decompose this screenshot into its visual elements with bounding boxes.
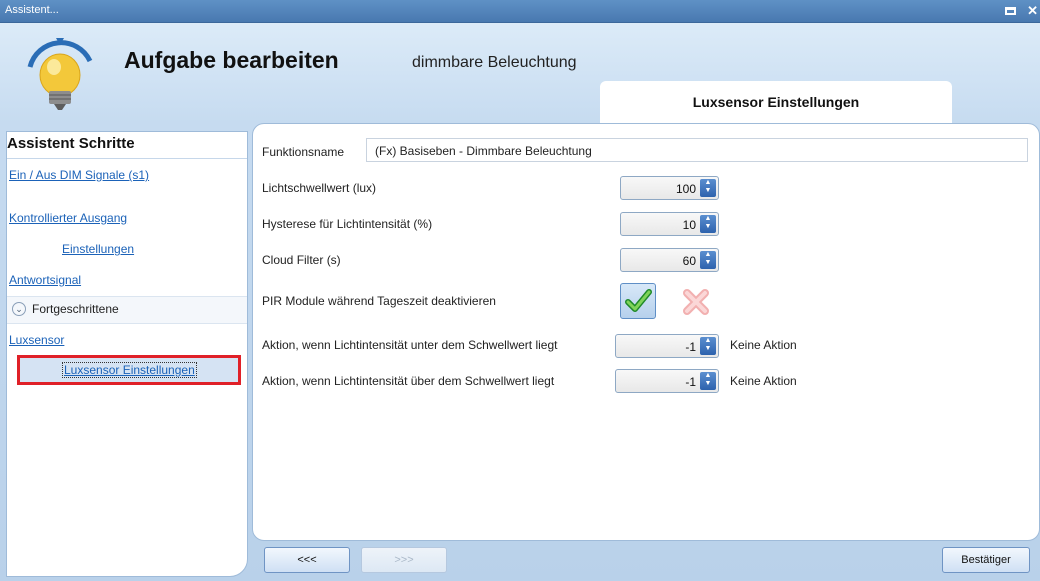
cloud-filter-value: 60 xyxy=(682,254,696,268)
pir-disable-label: PIR Module während Tageszeit deaktiviere… xyxy=(262,294,496,308)
lightbulb-icon xyxy=(27,38,93,110)
cloud-filter-stepper[interactable]: 60 ▲ ▼ xyxy=(620,248,719,272)
sidebar-item-settings[interactable]: Einstellungen xyxy=(62,242,134,256)
lux-threshold-stepper[interactable]: 100 ▲ ▼ xyxy=(620,176,719,200)
action-below-label: Aktion, wenn Lichtintensität unter dem S… xyxy=(262,338,558,352)
spinner-arrows-icon[interactable]: ▲ ▼ xyxy=(700,251,716,269)
sidebar-item-controlled-output[interactable]: Kontrollierter Ausgang xyxy=(9,211,127,225)
tab-luxsensor-settings[interactable]: Luxsensor Einstellungen xyxy=(600,81,952,123)
wizard-header: Aufgabe bearbeiten dimmbare Beleuchtung … xyxy=(0,23,1040,123)
wizard-body: Assistent Schritte Ein / Aus DIM Signale… xyxy=(0,123,1040,581)
no-button[interactable] xyxy=(678,285,714,319)
back-button[interactable]: <<< xyxy=(264,547,350,573)
window-title: Assistent... xyxy=(5,4,59,16)
next-button[interactable]: >>> xyxy=(361,547,447,573)
sidebar-group-advanced[interactable]: ⌄ Fortgeschrittene xyxy=(7,296,247,324)
title-bar[interactable]: Assistent... ✕ xyxy=(0,0,1040,23)
hysteresis-value: 10 xyxy=(682,218,696,232)
action-below-description: Keine Aktion xyxy=(730,338,797,352)
close-icon[interactable]: ✕ xyxy=(1027,3,1038,19)
action-above-description: Keine Aktion xyxy=(730,374,797,388)
spinner-arrows-icon[interactable]: ▲ ▼ xyxy=(700,179,716,197)
cloud-filter-label: Cloud Filter (s) xyxy=(262,253,341,267)
sidebar-item-label: Luxsensor Einstellungen xyxy=(62,362,197,378)
action-above-stepper[interactable]: -1 ▲ ▼ xyxy=(615,369,719,393)
chevron-down-icon[interactable]: ⌄ xyxy=(12,302,26,316)
spinner-arrows-icon[interactable]: ▲ ▼ xyxy=(700,215,716,233)
action-above-label: Aktion, wenn Lichtintensität über dem Sc… xyxy=(262,374,555,388)
settings-panel: Funktionsname (Fx) Basiseben - Dimmbare … xyxy=(252,123,1040,541)
hysteresis-label: Hysterese für Lichtintensität (%) xyxy=(262,217,433,231)
function-name-field[interactable]: (Fx) Basiseben - Dimmbare Beleuchtung xyxy=(366,138,1028,162)
checkmark-icon xyxy=(625,289,652,312)
sidebar-item-luxsensor-settings[interactable]: Luxsensor Einstellungen xyxy=(17,355,241,385)
sidebar-group-label: Fortgeschrittene xyxy=(32,302,119,316)
function-name-label: Funktionsname xyxy=(262,145,345,159)
spinner-arrows-icon[interactable]: ▲ ▼ xyxy=(700,337,716,355)
sidebar-item-dim-signals[interactable]: Ein / Aus DIM Signale (s1) xyxy=(9,168,149,182)
sidebar-title: Assistent Schritte xyxy=(7,135,135,152)
page-subtitle: dimmbare Beleuchtung xyxy=(412,54,577,71)
action-below-value: -1 xyxy=(685,340,696,354)
lux-threshold-value: 100 xyxy=(675,182,696,196)
yes-button[interactable] xyxy=(620,283,656,319)
page-title: Aufgabe bearbeiten xyxy=(124,47,339,73)
lux-threshold-label: Lichtschwellwert (lux) xyxy=(262,181,377,195)
spinner-arrows-icon[interactable]: ▲ ▼ xyxy=(700,372,716,390)
sidebar-item-response-signal[interactable]: Antwortsignal xyxy=(9,273,81,287)
sidebar-item-luxsensor[interactable]: Luxsensor xyxy=(9,333,64,347)
action-above-value: -1 xyxy=(685,375,696,389)
maximize-icon[interactable] xyxy=(1005,7,1016,15)
confirm-button[interactable]: Bestätiger xyxy=(942,547,1030,573)
hysteresis-stepper[interactable]: 10 ▲ ▼ xyxy=(620,212,719,236)
assistant-window: Assistent... ✕ Aufgabe bearbeiten dimmba… xyxy=(0,0,1040,581)
divider xyxy=(7,158,247,159)
wizard-steps-sidebar: Assistent Schritte Ein / Aus DIM Signale… xyxy=(6,131,248,577)
action-below-stepper[interactable]: -1 ▲ ▼ xyxy=(615,334,719,358)
